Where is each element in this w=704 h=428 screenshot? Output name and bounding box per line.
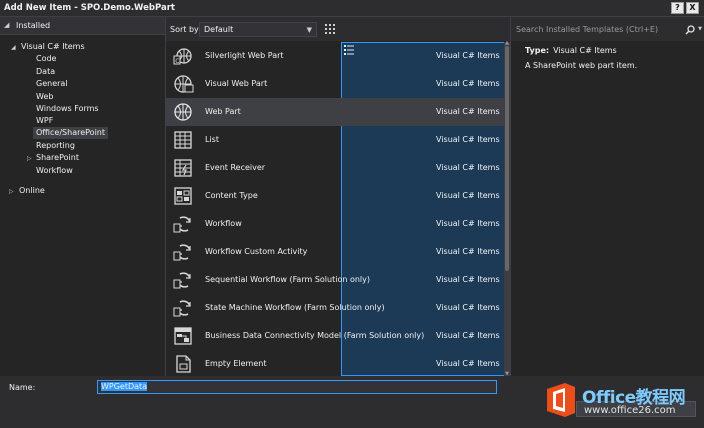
template-row-content-type[interactable]: Content Type Visual C# Items	[166, 182, 506, 210]
type-label: Type:	[525, 46, 550, 55]
template-name: Content Type	[205, 191, 258, 200]
expand-arrow-icon[interactable]: ▷	[27, 155, 32, 162]
tree-item-reporting[interactable]: Reporting	[36, 140, 75, 152]
window-title: Add New Item - SPO.Demo.WebPart	[4, 3, 175, 13]
visual-webpart-icon	[174, 75, 194, 93]
template-row-workflow-custom-activity[interactable]: Workflow Custom Activity Visual C# Items	[166, 238, 506, 266]
type-row: Type: Visual C# Items	[525, 46, 637, 55]
template-row-list[interactable]: List Visual C# Items	[166, 126, 506, 154]
bottom-bar: Name: WPGetData Office教程网 www.office26.c…	[0, 376, 704, 428]
tree-item-office-sharepoint[interactable]: Office/SharePoint	[33, 127, 108, 139]
sort-by-select[interactable]: Default ▼	[199, 22, 317, 37]
sort-by-value: Default	[204, 25, 234, 34]
grid-view-icon	[325, 24, 335, 34]
template-category: Visual C# Items	[436, 191, 500, 200]
sequential-workflow-icon	[173, 272, 191, 289]
chevron-down-icon: ▼	[306, 26, 312, 34]
name-input-value: WPGetData	[101, 382, 148, 391]
template-description: A SharePoint web part item.	[525, 61, 638, 70]
template-name: Silverlight Web Part	[205, 51, 284, 60]
medium-icons-view-button[interactable]	[322, 21, 338, 37]
template-name: Web Part	[205, 107, 241, 116]
template-category: Visual C# Items	[436, 331, 500, 340]
template-name: State Machine Workflow (Farm Solution on…	[205, 303, 385, 312]
scrollbar-thumb[interactable]	[505, 46, 509, 271]
state-machine-workflow-icon	[173, 300, 191, 317]
tree-item-workflow[interactable]: Workflow	[36, 165, 73, 177]
collapse-arrow-icon: ◢	[4, 21, 10, 29]
silverlight-webpart-icon: C	[173, 48, 192, 65]
tree-item-web[interactable]: Web	[36, 91, 53, 103]
workflow-activity-icon	[173, 244, 191, 261]
template-category: Visual C# Items	[436, 51, 500, 60]
tree-item-sharepoint[interactable]: SharePoint	[36, 152, 79, 164]
template-category: Visual C# Items	[436, 247, 500, 256]
template-name: Visual Web Part	[205, 79, 268, 88]
type-value: Visual C# Items	[553, 46, 617, 55]
list-grid-icon	[174, 131, 192, 149]
sort-by-label: Sort by:	[170, 25, 201, 34]
workflow-icon	[173, 216, 191, 233]
template-name: List	[205, 135, 219, 144]
search-input[interactable]: Search Installed Templates (Ctrl+E)	[516, 22, 696, 37]
search-dropdown-icon[interactable]: ▼	[698, 26, 702, 32]
svg-text:C: C	[175, 58, 179, 65]
help-button[interactable]: ?	[671, 2, 684, 14]
installed-label: Installed	[16, 21, 51, 30]
template-category: Visual C# Items	[436, 303, 500, 312]
tree-item-general[interactable]: General	[36, 78, 68, 90]
template-name: Sequential Workflow (Farm Solution only)	[205, 275, 370, 284]
template-name: Workflow	[205, 219, 242, 228]
template-tree: ◢ Installed ◢ Visual C# Items Code Data …	[0, 17, 166, 376]
template-row-empty-element[interactable]: Empty Element Visual C# Items	[166, 350, 506, 378]
webpart-globe-icon	[174, 103, 192, 121]
template-row-silverlight-web-part[interactable]: C Silverlight Web Part Visual C# Items	[166, 42, 506, 70]
template-category: Visual C# Items	[436, 79, 500, 88]
tree-item-visual-csharp-items[interactable]: Visual C# Items	[21, 41, 85, 53]
tree-item-online[interactable]: Online	[19, 185, 45, 197]
empty-element-icon	[176, 355, 191, 373]
search-bar: Search Installed Templates (Ctrl+E) ▼	[511, 17, 704, 41]
name-label: Name:	[9, 383, 36, 392]
template-name: Empty Element	[205, 359, 267, 368]
template-row-event-receiver[interactable]: Event Receiver Visual C# Items	[166, 154, 506, 182]
tree-item-windows-forms[interactable]: Windows Forms	[36, 103, 99, 115]
tree-item-code[interactable]: Code	[36, 53, 56, 65]
template-row-visual-web-part[interactable]: Visual Web Part Visual C# Items	[166, 70, 506, 98]
office-logo-icon	[547, 383, 575, 417]
template-category: Visual C# Items	[436, 275, 500, 284]
watermark: Office教程网 www.office26.com	[540, 376, 704, 428]
sort-bar: Sort by: Default ▼	[166, 17, 681, 376]
content-type-icon	[174, 187, 192, 205]
installed-header[interactable]: ◢ Installed	[0, 17, 165, 35]
template-list: C Silverlight Web Part Visual C# Items V…	[166, 42, 506, 376]
template-name: Workflow Custom Activity	[205, 247, 308, 256]
template-category: Visual C# Items	[436, 163, 500, 172]
template-row-web-part[interactable]: Web Part Visual C# Items	[166, 98, 506, 126]
expand-arrow-icon[interactable]: ◢	[11, 44, 16, 51]
template-name: Business Data Connectivity Model (Farm S…	[205, 331, 425, 340]
template-row-bdc-model[interactable]: Business Data Connectivity Model (Farm S…	[166, 322, 506, 350]
template-row-sequential-workflow[interactable]: Sequential Workflow (Farm Solution only)…	[166, 266, 506, 294]
title-bar: Add New Item - SPO.Demo.WebPart ? X	[0, 0, 704, 17]
watermark-url: www.office26.com	[584, 405, 676, 416]
template-details: Type: Visual C# Items A SharePoint web pa…	[525, 46, 637, 70]
close-button[interactable]: X	[686, 2, 699, 14]
template-list-panel: Sort by: Default ▼ C Silverlight Web Par…	[166, 17, 681, 377]
template-name: Event Receiver	[205, 163, 266, 172]
details-panel: Search Installed Templates (Ctrl+E) ▼ Ty…	[510, 17, 704, 376]
event-receiver-icon	[174, 159, 192, 177]
name-input[interactable]: WPGetData	[97, 380, 497, 394]
tree-item-wpf[interactable]: WPF	[36, 115, 53, 127]
bdc-model-icon	[174, 327, 192, 345]
template-row-workflow[interactable]: Workflow Visual C# Items	[166, 210, 506, 238]
expand-arrow-icon[interactable]: ▷	[9, 188, 14, 195]
tree-item-data[interactable]: Data	[36, 66, 55, 78]
template-category: Visual C# Items	[436, 107, 500, 116]
template-category: Visual C# Items	[436, 359, 500, 368]
template-row-state-machine-workflow[interactable]: State Machine Workflow (Farm Solution on…	[166, 294, 506, 322]
search-icon[interactable]	[685, 25, 695, 35]
template-category: Visual C# Items	[436, 219, 500, 228]
template-category: Visual C# Items	[436, 135, 500, 144]
